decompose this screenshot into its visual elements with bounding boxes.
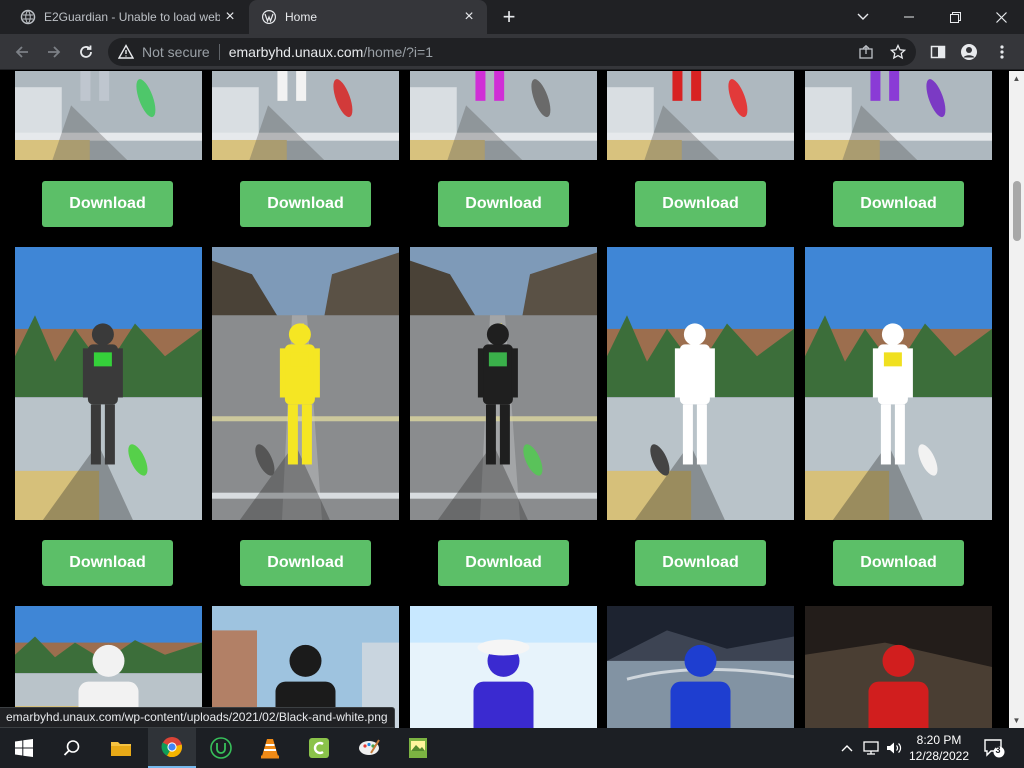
globe-icon xyxy=(20,9,36,25)
link-status-bubble: emarbyhd.unaux.com/wp-content/uploads/20… xyxy=(0,707,395,728)
skin-preview-image[interactable] xyxy=(410,71,597,160)
download-button[interactable]: Download xyxy=(833,540,964,586)
tab-strip: E2Guardian - Unable to load web × Home ×… xyxy=(0,0,1024,34)
close-tab-icon[interactable]: × xyxy=(220,7,240,27)
skin-preview-image[interactable] xyxy=(410,606,597,728)
skin-preview-image[interactable] xyxy=(15,247,202,520)
warning-icon[interactable] xyxy=(118,44,134,60)
skin-preview-image[interactable] xyxy=(805,247,992,520)
skin-preview-image[interactable] xyxy=(410,247,597,520)
download-button[interactable]: Download xyxy=(635,540,766,586)
skin-preview-image[interactable] xyxy=(15,71,202,160)
network-icon xyxy=(863,741,879,755)
profile-icon xyxy=(961,44,977,60)
start-button[interactable] xyxy=(0,728,48,768)
close-icon xyxy=(995,11,1007,23)
folder-icon xyxy=(111,742,131,756)
image-file-icon xyxy=(409,738,427,758)
tab-search-button[interactable] xyxy=(840,0,886,34)
skin-preview-image[interactable] xyxy=(212,71,399,160)
upwork-button[interactable] xyxy=(197,728,245,768)
tab-e2guardian[interactable]: E2Guardian - Unable to load web × xyxy=(8,0,248,34)
tab-title: E2Guardian - Unable to load web xyxy=(44,10,220,24)
arrow-left-icon xyxy=(15,46,28,58)
clock-time: 8:20 PM xyxy=(916,733,962,747)
new-tab-button[interactable]: + xyxy=(497,4,521,29)
tab-title: Home xyxy=(285,10,318,24)
page-content: Download Download Download Download Down… xyxy=(0,71,1009,728)
windows-logo-icon xyxy=(15,739,33,757)
download-button[interactable]: Download xyxy=(240,540,371,586)
network-button[interactable] xyxy=(861,728,881,768)
chrome-icon xyxy=(161,737,183,758)
reload-icon xyxy=(80,45,92,58)
scroll-up-arrow-icon[interactable]: ▲ xyxy=(1012,74,1021,83)
wordpress-icon xyxy=(262,10,276,24)
download-button[interactable]: Download xyxy=(438,540,569,586)
minimize-button[interactable] xyxy=(886,0,932,34)
camtasia-button[interactable] xyxy=(295,728,343,768)
upwork-icon xyxy=(210,737,232,759)
vertical-scrollbar[interactable]: ▲ ▼ xyxy=(1009,71,1024,728)
paint-app-button[interactable] xyxy=(345,728,393,768)
bookmark-star-icon[interactable] xyxy=(890,44,906,60)
chevron-up-icon xyxy=(841,745,853,752)
back-button[interactable] xyxy=(8,38,36,66)
file-explorer-button[interactable] xyxy=(97,728,145,768)
divider xyxy=(218,44,220,60)
kebab-menu-icon xyxy=(1000,45,1004,59)
skin-preview-image[interactable] xyxy=(607,606,794,728)
camtasia-icon xyxy=(309,738,329,758)
notifications-button[interactable]: 3 xyxy=(980,728,1008,768)
system-clock[interactable]: 8:20 PM 12/28/2022 xyxy=(900,732,978,764)
image-viewer-button[interactable] xyxy=(394,728,442,768)
tab-home[interactable]: Home × xyxy=(249,0,487,34)
menu-button[interactable] xyxy=(988,38,1016,66)
address-bar[interactable]: Not secure emarbyhd.unaux.com/home/?i=1 xyxy=(108,38,916,66)
notification-count: 3 xyxy=(995,745,1001,755)
skin-preview-image[interactable] xyxy=(805,71,992,160)
share-icon[interactable] xyxy=(858,44,874,60)
arrow-right-icon xyxy=(48,46,61,58)
url-host: emarbyhd.unaux.com xyxy=(228,44,364,60)
scroll-down-arrow-icon[interactable]: ▼ xyxy=(1012,716,1021,725)
skin-preview-image[interactable] xyxy=(805,606,992,728)
search-button[interactable] xyxy=(48,728,96,768)
side-panel-icon xyxy=(930,45,946,59)
minimize-icon xyxy=(904,16,914,18)
reload-button[interactable] xyxy=(72,38,100,66)
vlc-button[interactable] xyxy=(246,728,294,768)
search-icon xyxy=(63,740,80,756)
download-button[interactable]: Download xyxy=(635,181,766,227)
tray-overflow-button[interactable] xyxy=(838,728,856,768)
skin-preview-image[interactable] xyxy=(607,247,794,520)
restore-button[interactable] xyxy=(932,0,978,34)
restore-icon xyxy=(949,11,961,23)
download-button[interactable]: Download xyxy=(42,540,173,586)
skin-preview-image[interactable] xyxy=(607,71,794,160)
chevron-down-icon xyxy=(857,13,869,20)
browser-toolbar: Not secure emarbyhd.unaux.com/home/?i=1 xyxy=(0,34,1024,70)
profile-button[interactable] xyxy=(955,38,983,66)
security-label[interactable]: Not secure xyxy=(142,44,210,60)
scroll-thumb[interactable] xyxy=(1013,181,1021,241)
side-panel-button[interactable] xyxy=(924,38,952,66)
download-button[interactable]: Download xyxy=(833,181,964,227)
vlc-cone-icon xyxy=(261,739,279,759)
clock-date: 12/28/2022 xyxy=(908,749,970,763)
chrome-button[interactable] xyxy=(148,728,196,768)
skin-preview-image[interactable] xyxy=(212,247,399,520)
palette-icon xyxy=(359,739,380,755)
download-button[interactable]: Download xyxy=(240,181,371,227)
close-tab-icon[interactable]: × xyxy=(459,7,479,27)
url-path: /home/?i=1 xyxy=(363,44,434,60)
download-button[interactable]: Download xyxy=(438,181,569,227)
forward-button[interactable] xyxy=(40,38,68,66)
close-window-button[interactable] xyxy=(978,0,1024,34)
download-button[interactable]: Download xyxy=(42,181,173,227)
windows-taskbar: 8:20 PM 12/28/2022 3 xyxy=(0,728,1024,768)
